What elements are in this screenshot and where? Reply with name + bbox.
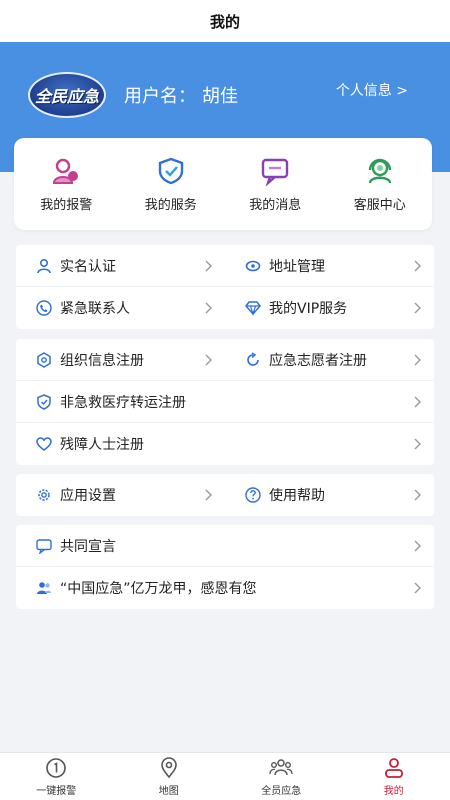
menu-item-label: 共同宣言 (60, 538, 116, 555)
quick-action-my-alarms[interactable]: 我的报警 (16, 156, 116, 213)
menu-item-label: 应用设置 (60, 488, 116, 504)
help-icon (245, 487, 261, 503)
tab-label: 全员应急 (261, 786, 302, 797)
phone-icon (36, 300, 52, 316)
menu-item-volunteer-register[interactable]: 应急志愿者注册 (225, 339, 434, 381)
menu-item-thanks[interactable]: “中国应急”亿万龙甲，感恩有您 (16, 567, 434, 609)
menu-item-label: 非急救医疗转运注册 (60, 394, 186, 411)
app-logo: 全民应急 (28, 72, 106, 118)
tab-one-click-alarm[interactable]: 一键报警 (6, 756, 106, 797)
menu-item-label: 组织信息注册 (60, 352, 144, 369)
quick-actions-card: 我的报警 我的服务 我的消息 客服中心 (14, 138, 432, 230)
chevron-right-icon (205, 354, 212, 365)
user-icon (384, 758, 403, 778)
user-alert-icon (53, 158, 79, 184)
chevron-right-icon (414, 260, 421, 271)
chevron-right-icon (414, 396, 421, 407)
menu-item-joint-declaration[interactable]: 共同宣言 (16, 525, 434, 567)
map-pin-icon (160, 757, 177, 779)
quick-action-label: 我的消息 (249, 197, 302, 213)
menu-group-account: 实名认证 地址管理 紧急联系人 我的VIP服务 (16, 245, 434, 329)
chevron-right-icon (205, 489, 212, 501)
gear-badge-icon (37, 351, 51, 368)
menu-item-label: 实名认证 (60, 258, 116, 275)
menu-item-real-name[interactable]: 实名认证 (16, 245, 225, 287)
chevron-right-icon (414, 302, 421, 314)
menu-group-registration: 组织信息注册 应急志愿者注册 非急救医疗转运注册 残障人士注册 (16, 339, 434, 465)
menu-item-vip-service[interactable]: 我的VIP服务 (225, 287, 434, 329)
menu-item-disabled-register[interactable]: 残障人士注册 (16, 423, 434, 465)
menu-row: “中国应急”亿万龙甲，感恩有您 (16, 567, 434, 609)
tab-map[interactable]: 地图 (119, 756, 219, 797)
chevron-right-icon (414, 438, 421, 450)
menu-item-label: 使用帮助 (269, 488, 325, 504)
bottom-tab-bar: 一键报警 地图 全员应急 我的 (0, 752, 450, 800)
diamond-icon (245, 301, 261, 316)
shield-icon (37, 393, 51, 410)
menu-item-label: 紧急联系人 (60, 301, 130, 317)
settings-icon (38, 489, 50, 501)
chat-bubble-icon (262, 158, 289, 186)
username-display: 用户名： 胡佳 (124, 82, 238, 108)
quick-action-label: 我的报警 (40, 197, 93, 213)
location-pin-icon (245, 260, 261, 271)
menu-item-label: 我的VIP服务 (269, 301, 348, 317)
profile-info-link[interactable]: 个人信息 > (336, 80, 408, 100)
menu-item-label: 残障人士注册 (60, 437, 144, 453)
menu-row: 实名认证 地址管理 (16, 245, 434, 287)
menu-row: 组织信息注册 应急志愿者注册 (16, 339, 434, 381)
quick-action-label: 我的服务 (144, 197, 197, 213)
logo-text: 全民应急 (34, 87, 99, 106)
shield-check-icon (158, 157, 183, 184)
menu-row: 应用设置 使用帮助 (16, 474, 434, 516)
menu-item-medical-transport-register[interactable]: 非急救医疗转运注册 (16, 381, 434, 423)
quick-action-customer-service[interactable]: 客服中心 (330, 156, 430, 213)
chevron-right-icon (414, 540, 421, 551)
menu-group-settings: 应用设置 使用帮助 (16, 474, 434, 516)
tab-label: 地图 (158, 786, 179, 797)
menu-item-emergency-contact[interactable]: 紧急联系人 (16, 287, 225, 329)
top-bar: 我的 (0, 0, 450, 42)
menu-item-label: 应急志愿者注册 (269, 352, 367, 369)
username-label: 用户名： (124, 86, 196, 107)
tab-all-emergency[interactable]: 全员应急 (231, 756, 331, 797)
tab-label: 我的 (383, 786, 404, 797)
quick-action-my-services[interactable]: 我的服务 (121, 156, 221, 213)
tab-label: 一键报警 (36, 786, 77, 797)
menu-row: 共同宣言 (16, 525, 434, 567)
group-icon (269, 759, 293, 776)
chevron-right-icon (205, 302, 212, 314)
refresh-icon (247, 351, 259, 366)
menu-item-app-settings[interactable]: 应用设置 (16, 474, 225, 516)
chevron-right-icon (205, 260, 212, 271)
menu-row: 残障人士注册 (16, 423, 434, 465)
tab-mine[interactable]: 我的 (344, 756, 444, 797)
menu-item-help[interactable]: 使用帮助 (225, 474, 434, 516)
menu-item-org-register[interactable]: 组织信息注册 (16, 339, 225, 381)
menu-row: 非急救医疗转运注册 (16, 381, 434, 423)
menu-item-label: “中国应急”亿万龙甲，感恩有您 (60, 581, 257, 597)
menu-item-address[interactable]: 地址管理 (225, 245, 434, 287)
menu-row: 紧急联系人 我的VIP服务 (16, 287, 434, 329)
chevron-right-icon (414, 354, 421, 365)
menu-group-declaration: 共同宣言 “中国应急”亿万龙甲，感恩有您 (16, 525, 434, 609)
heart-icon (36, 437, 52, 451)
person-icon (37, 258, 51, 273)
page-title: 我的 (209, 12, 240, 31)
menu-item-label: 地址管理 (269, 258, 325, 275)
alarm-one-icon (46, 758, 67, 778)
people-icon (37, 582, 51, 594)
headset-icon (368, 158, 391, 183)
quick-action-label: 客服中心 (353, 197, 406, 213)
quick-action-my-messages[interactable]: 我的消息 (225, 156, 325, 213)
chevron-right-icon (414, 582, 421, 594)
username-value: 胡佳 (202, 86, 238, 107)
chat-icon (36, 538, 52, 554)
chevron-right-icon (414, 489, 421, 501)
